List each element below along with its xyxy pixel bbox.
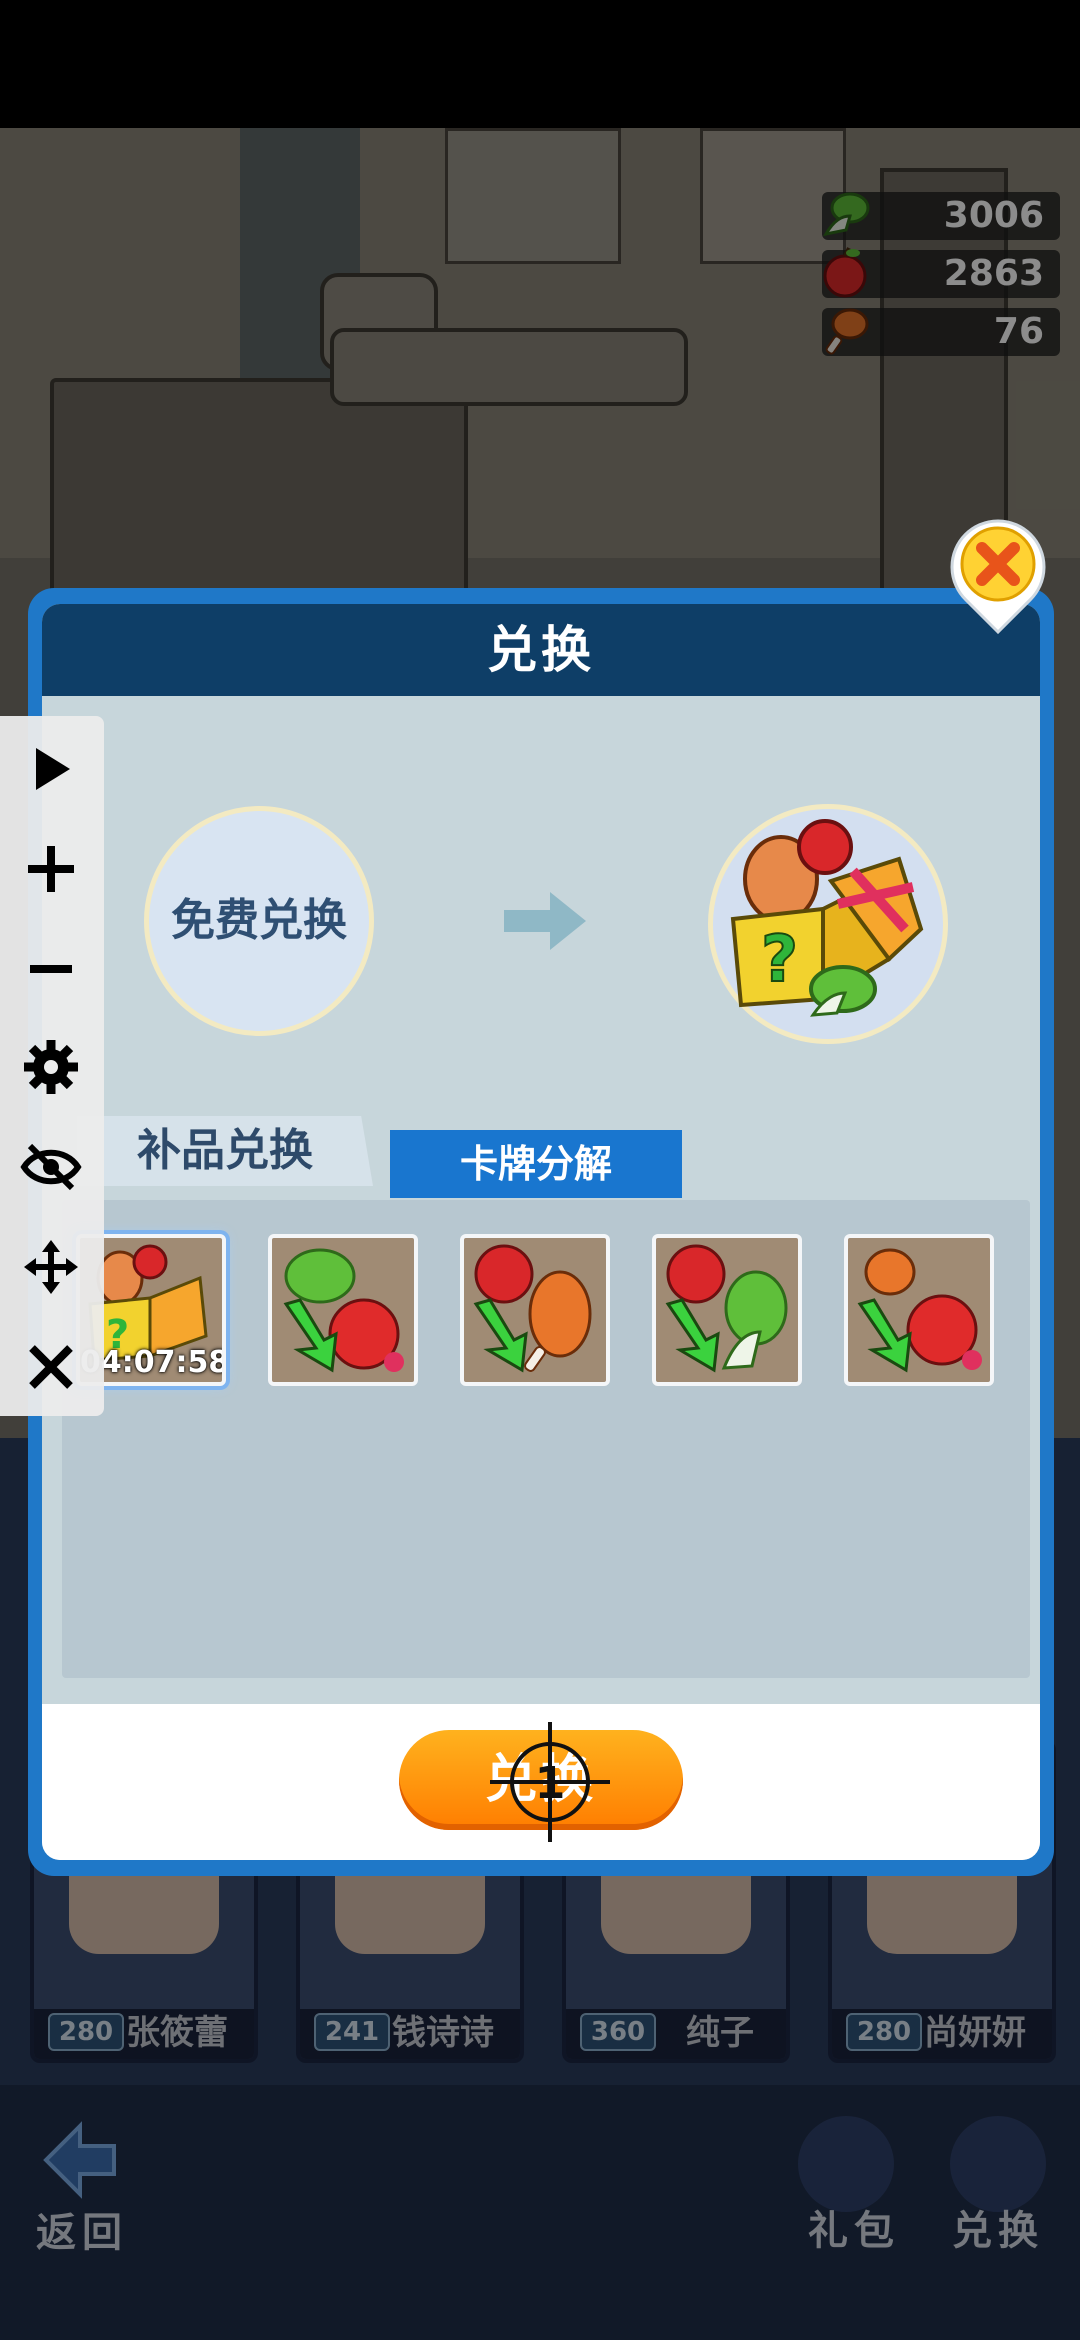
close-icon[interactable] (20, 1336, 82, 1398)
arrow-right-icon (504, 892, 586, 950)
plus-icon[interactable] (20, 838, 82, 900)
eye-off-icon[interactable] (20, 1136, 82, 1198)
apple-to-vegetable-icon (665, 1244, 788, 1373)
item-grid: ? 04:07:58 (62, 1200, 1030, 1678)
item-slot-apple-to-vegetable[interactable] (652, 1234, 802, 1386)
reward-preview: ? (708, 804, 948, 1044)
free-exchange-label: 免费兑换 (171, 895, 347, 946)
tab-supplement-exchange[interactable]: 补品兑换 (77, 1116, 373, 1186)
dialog-title: 兑换 (487, 621, 595, 679)
move-icon[interactable] (20, 1236, 82, 1298)
dialog-header: 兑换 (42, 604, 1040, 696)
item-slot-vegetable-to-apple[interactable] (268, 1234, 418, 1386)
crosshair-number: 1 (535, 1758, 566, 1809)
free-exchange-circle: 免费兑换 (144, 806, 374, 1036)
dialog-body: 兑换 免费兑换 ? 补品兑换 卡牌分解 ? 04:07:58 (42, 604, 1040, 1860)
svg-text:?: ? (761, 923, 798, 997)
tab-card-decompose[interactable]: 卡牌分解 (390, 1130, 682, 1198)
item-slot-drumstick-to-apple[interactable] (844, 1234, 994, 1386)
tap-crosshair-icon: 1 (490, 1722, 610, 1842)
item-slot-apple-to-drumstick[interactable] (460, 1234, 610, 1386)
gear-icon[interactable] (20, 1036, 82, 1098)
close-dialog-icon[interactable] (948, 514, 1048, 634)
mystery-food-box-icon: ? (730, 819, 924, 1017)
play-icon[interactable] (20, 738, 82, 800)
minus-icon[interactable] (20, 938, 82, 1000)
floating-toolbar (0, 716, 104, 1416)
drumstick-to-apple-icon (857, 1248, 982, 1373)
exchange-dialog: 兑换 免费兑换 ? 补品兑换 卡牌分解 ? 04:07:58 (28, 588, 1054, 1876)
apple-to-drumstick-icon (473, 1244, 592, 1373)
vegetable-to-apple-icon (283, 1248, 404, 1373)
